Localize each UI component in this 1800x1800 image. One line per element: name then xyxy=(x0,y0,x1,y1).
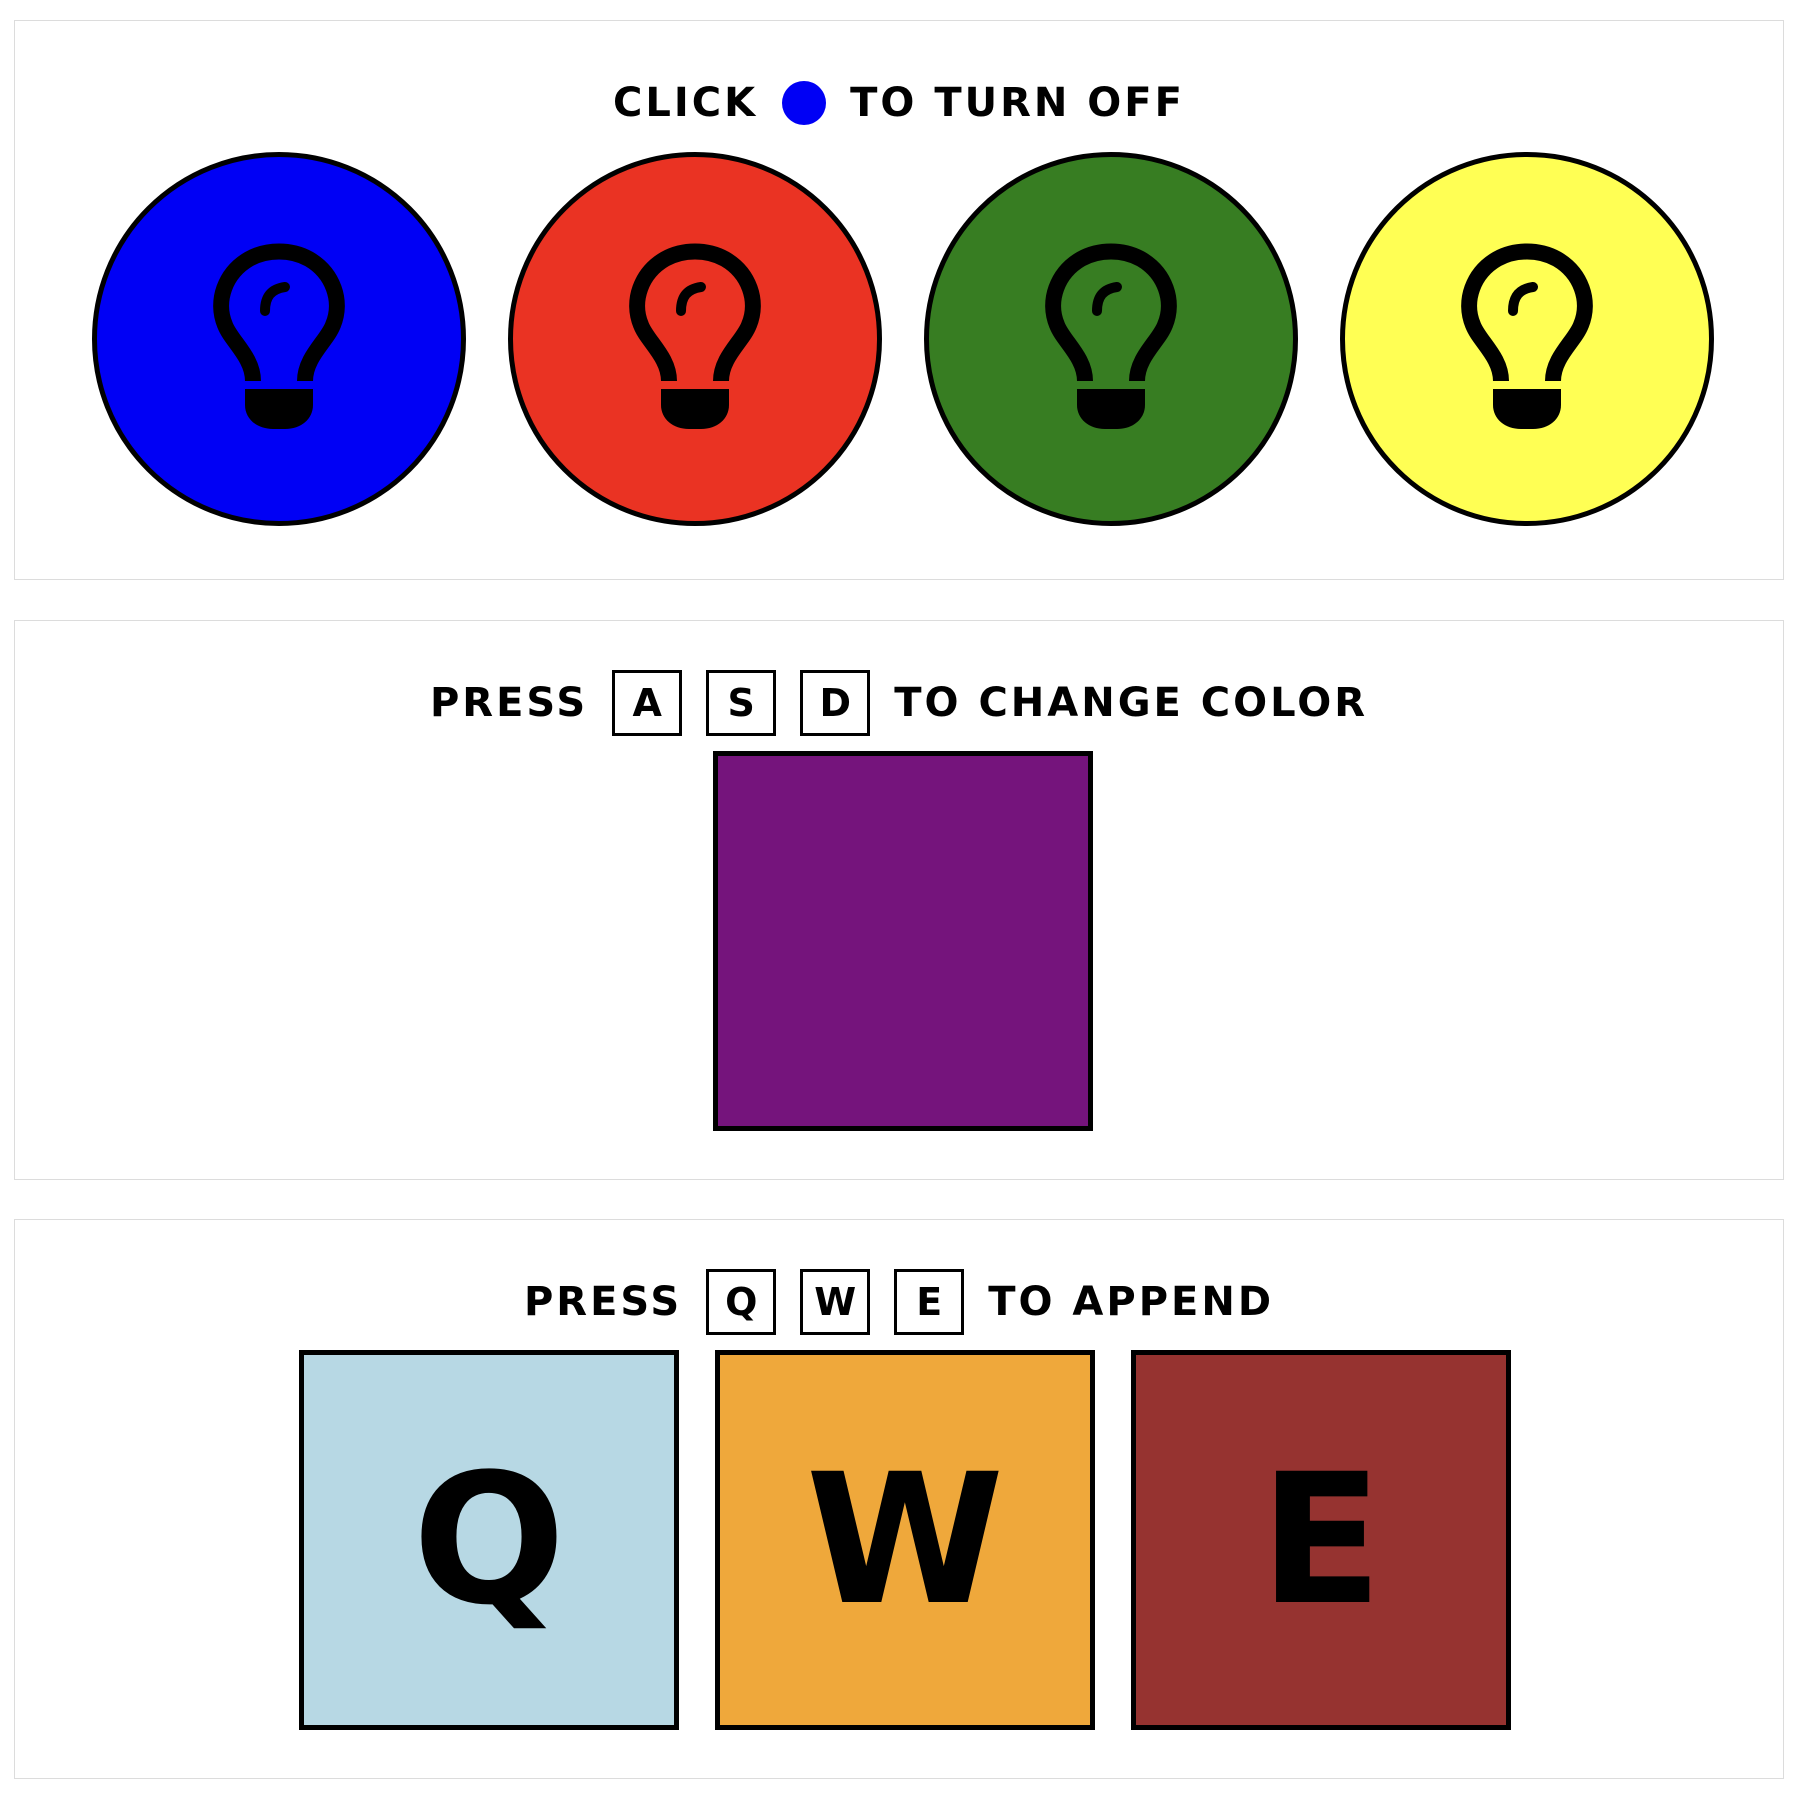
append-instruction: PRESS Q W E TO APPEND xyxy=(15,1264,1783,1340)
lights-panel: CLICK TO TURN OFF xyxy=(14,20,1784,580)
instruction-turn-off-label: TO TURN OFF xyxy=(850,80,1185,126)
color-instruction: PRESS A S D TO CHANGE COLOR xyxy=(15,665,1783,741)
key-s: S xyxy=(706,670,777,736)
light-yellow[interactable] xyxy=(1340,152,1714,526)
key-e: E xyxy=(894,1269,965,1335)
lightbulb-icon xyxy=(209,239,349,439)
append-row: Q W E xyxy=(15,1350,1783,1730)
light-green[interactable] xyxy=(924,152,1298,526)
blue-dot-icon xyxy=(782,81,827,125)
append-panel: PRESS Q W E TO APPEND Q W E xyxy=(14,1219,1784,1779)
lightbulb-icon xyxy=(1457,239,1597,439)
color-panel: PRESS A S D TO CHANGE COLOR xyxy=(14,620,1784,1180)
lightbulb-icon xyxy=(1041,239,1181,439)
instruction-append-label: TO APPEND xyxy=(988,1279,1275,1325)
key-d: D xyxy=(800,670,871,736)
append-tile-w: W xyxy=(715,1350,1095,1730)
lightbulb-icon xyxy=(625,239,765,439)
instruction-change-color-label: TO CHANGE COLOR xyxy=(894,680,1369,726)
instruction-click-label: CLICK xyxy=(613,80,759,126)
key-w: W xyxy=(800,1269,871,1335)
lights-row xyxy=(15,152,1783,532)
append-tile-e: E xyxy=(1131,1350,1511,1730)
key-q: Q xyxy=(706,1269,777,1335)
color-square xyxy=(713,751,1093,1131)
append-tile-q: Q xyxy=(299,1350,679,1730)
instruction-press-label: PRESS xyxy=(523,1279,683,1325)
lights-instruction: CLICK TO TURN OFF xyxy=(15,65,1783,141)
light-red[interactable] xyxy=(508,152,882,526)
key-a: A xyxy=(612,670,683,736)
light-blue[interactable] xyxy=(92,152,466,526)
instruction-press-label: PRESS xyxy=(429,680,589,726)
